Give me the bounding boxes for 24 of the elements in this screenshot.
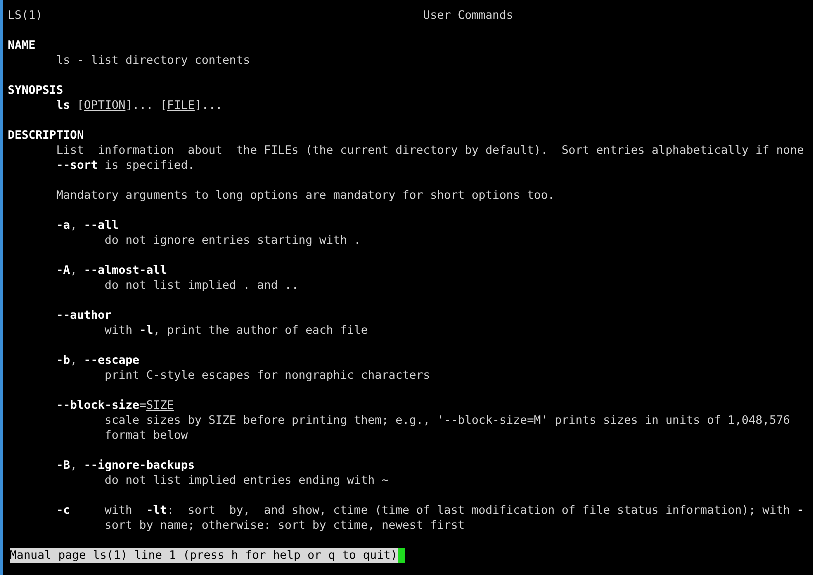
section-heading: NAME bbox=[8, 38, 36, 53]
paragraph-text: ls - list directory contents bbox=[55, 53, 250, 68]
option-name: --author bbox=[55, 308, 112, 323]
option-description: with -lt: sort by, and show, ctime (time of last modification of file status information); with - sort by name; otherwise: sort by ctime, newest first bbox=[104, 503, 804, 533]
option-name: --block-size=SIZE bbox=[55, 398, 174, 413]
option-name: -B, --ignore-backups bbox=[55, 458, 195, 473]
option-description: print C-style escapes for nongraphic characters bbox=[104, 368, 430, 383]
section-heading: SYNOPSIS bbox=[8, 83, 64, 98]
page-header-text: User Commands bbox=[423, 8, 514, 23]
option-description: with -l, print the author of each file bbox=[104, 323, 368, 338]
option-name: -b, --escape bbox=[55, 353, 140, 368]
option-name: -a, --all bbox=[55, 218, 119, 233]
option-name: -A, --almost-all bbox=[55, 263, 168, 278]
option-description: do not ignore entries starting with . bbox=[104, 233, 362, 248]
status-bar: Manual page ls(1) line 1 (press h for help or q to quit) bbox=[10, 548, 398, 563]
paragraph-text: Mandatory arguments to long options are mandatory for short options too. bbox=[55, 188, 555, 203]
option-description: do not list implied entries ending with ~ bbox=[104, 473, 389, 488]
section-heading: DESCRIPTION bbox=[8, 128, 84, 143]
option-description: scale sizes by SIZE before printing them; e.g., '--block-size=M' prints sizes in units of 1,048,576 format below bbox=[104, 413, 790, 443]
page-header-text: LS(1) bbox=[8, 8, 43, 23]
option-name: -c bbox=[56, 503, 72, 519]
paragraph-text: List information about the FILEs (the current directory by default). Sort entries alphabetically if none --sort is specified. bbox=[55, 143, 804, 173]
paragraph-text: ls [OPTION]... [FILE]... bbox=[55, 98, 223, 113]
option-description: do not list implied . and .. bbox=[104, 278, 299, 293]
